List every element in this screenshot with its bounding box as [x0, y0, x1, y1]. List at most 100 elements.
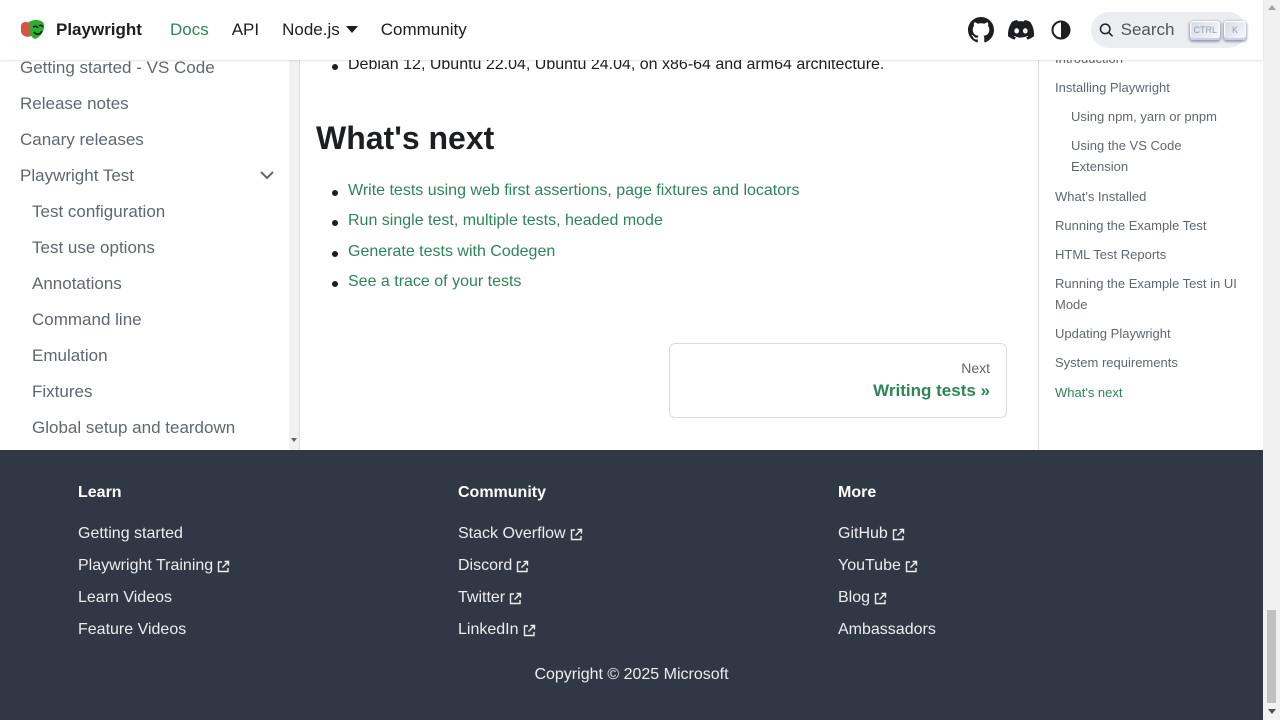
- page-heading-whats-next: What's next: [316, 120, 495, 156]
- toc-item-introduction[interactable]: Introduction: [1055, 60, 1245, 69]
- footer-link-label: Playwright Training: [78, 557, 214, 574]
- external-link-icon: [217, 560, 230, 572]
- navbar-actions: Search CTRL K: [967, 12, 1246, 48]
- top-navbar: Playwright Docs API Node.js Community Se…: [0, 0, 1263, 60]
- chevron-down-icon: [345, 26, 358, 33]
- github-icon: [968, 17, 994, 43]
- footer-link-label: GitHub: [838, 525, 888, 542]
- kbd-ctrl: CTRL: [1190, 20, 1220, 40]
- external-link-icon: [570, 528, 582, 540]
- next-link-codegen[interactable]: Generate tests with Codegen: [331, 243, 555, 261]
- next-link-trace[interactable]: See a trace of your tests: [331, 273, 521, 291]
- footer-link-getting-started[interactable]: Getting started: [78, 525, 183, 543]
- nav-community[interactable]: Community: [381, 20, 467, 40]
- sidebar-item-annotations[interactable]: Annotations: [32, 274, 122, 294]
- theme-toggle-button[interactable]: [1047, 16, 1075, 44]
- brand-name: Playwright: [56, 20, 142, 39]
- sidebar-item-command-line[interactable]: Command line: [32, 310, 142, 330]
- page-scrollbar-thumb[interactable]: [1267, 610, 1276, 703]
- footer-link-feature-videos[interactable]: Feature Videos: [78, 621, 186, 639]
- toc-item-running-example[interactable]: Running the Example Test: [1055, 215, 1245, 236]
- site-footer: Learn Getting started Playwright Trainin…: [0, 450, 1263, 720]
- scroll-down-arrow-icon[interactable]: [291, 438, 297, 442]
- next-link-write-tests[interactable]: Write tests using web first assertions, …: [331, 182, 799, 200]
- sidebar-item-release-notes[interactable]: Release notes: [20, 94, 129, 114]
- footer-link-training[interactable]: Playwright Training: [78, 557, 230, 575]
- sidebar-item-playwright-test[interactable]: Playwright Test: [20, 166, 134, 186]
- toc-item-whats-next[interactable]: What's next: [1055, 382, 1245, 403]
- nav-language-dropdown[interactable]: Node.js: [282, 20, 358, 40]
- toc-item-system-requirements[interactable]: System requirements: [1055, 352, 1245, 373]
- footer-title-learn: Learn: [78, 484, 122, 501]
- playwright-logo: [21, 19, 45, 39]
- sidebar-scrollbar[interactable]: [289, 60, 299, 450]
- table-of-contents: Introduction Installing Playwright Using…: [1038, 60, 1263, 450]
- footer-link-label: Ambassadors: [838, 621, 936, 638]
- footer-title-community: Community: [458, 484, 546, 501]
- toc-item-updating[interactable]: Updating Playwright: [1055, 323, 1245, 344]
- footer-link-label: Discord: [458, 557, 513, 574]
- footer-link-linkedin[interactable]: LinkedIn: [458, 621, 536, 639]
- search-shortcut: CTRL K: [1186, 20, 1246, 40]
- footer-copyright: Copyright © 2025 Microsoft: [534, 666, 729, 683]
- footer-link-label: Stack Overflow: [458, 525, 566, 542]
- footer-link-label: Feature Videos: [78, 621, 187, 638]
- footer-link-label: Blog: [838, 589, 871, 606]
- sidebar-item-global-setup[interactable]: Global setup and teardown: [32, 418, 235, 438]
- nav-docs[interactable]: Docs: [170, 20, 209, 40]
- theme-toggle-icon: [1051, 20, 1071, 40]
- footer-link-label: LinkedIn: [458, 621, 519, 638]
- external-link-icon: [523, 624, 535, 636]
- chevron-down-icon[interactable]: [257, 165, 277, 185]
- pagination-label: Writing tests »: [873, 381, 990, 400]
- sidebar-item-getting-started-vscode[interactable]: Getting started - VS Code: [20, 60, 215, 78]
- sidebar-item-emulation[interactable]: Emulation: [32, 346, 108, 366]
- footer-link-label: Getting started: [78, 525, 183, 542]
- github-link[interactable]: [967, 16, 995, 44]
- toc-item-installing[interactable]: Installing Playwright: [1055, 77, 1245, 98]
- main-content: Debian 12, Ubuntu 22.04, Ubuntu 24.04, o…: [300, 56, 1038, 450]
- docs-sidebar: Getting started - VS Code Release notes …: [0, 60, 300, 450]
- kbd-k: K: [1224, 20, 1246, 40]
- footer-link-github[interactable]: GitHub: [838, 525, 905, 543]
- footer-title-more: More: [838, 484, 877, 501]
- pagination-sublabel: Next: [961, 360, 990, 376]
- next-link-run-tests[interactable]: Run single test, multiple tests, headed …: [332, 212, 663, 230]
- nav-language-label: Node.js: [282, 20, 340, 39]
- external-link-icon: [905, 560, 918, 572]
- search-button[interactable]: Search CTRL K: [1091, 12, 1246, 48]
- footer-link-stack-overflow[interactable]: Stack Overflow: [458, 525, 583, 543]
- toc-item-html-reports[interactable]: HTML Test Reports: [1055, 244, 1245, 265]
- footer-link-learn-videos[interactable]: Learn Videos: [78, 589, 172, 607]
- footer-link-ambassadors[interactable]: Ambassadors: [838, 621, 936, 639]
- toc-item-ui-mode[interactable]: Running the Example Test in UI Mode: [1055, 273, 1245, 315]
- footer-link-label: Learn Videos: [78, 589, 172, 606]
- toc-item-vscode-extension[interactable]: Using the VS Code Extension: [1071, 135, 1241, 177]
- footer-link-twitter[interactable]: Twitter: [458, 589, 522, 607]
- external-link-icon: [874, 592, 887, 604]
- footer-link-label: Twitter: [458, 589, 506, 606]
- external-link-icon: [509, 592, 522, 604]
- search-placeholder: Search: [1120, 20, 1175, 39]
- search-icon: [1099, 23, 1113, 37]
- scroll-down-arrow-icon[interactable]: [1268, 709, 1276, 714]
- sidebar-item-test-use-options[interactable]: Test use options: [32, 238, 155, 258]
- footer-link-discord[interactable]: Discord: [458, 557, 529, 575]
- pagination-next[interactable]: Next Writing tests »: [669, 343, 1007, 418]
- footer-link-label: YouTube: [838, 557, 901, 574]
- sidebar-item-fixtures[interactable]: Fixtures: [32, 382, 92, 402]
- discord-icon: [1008, 20, 1034, 40]
- external-link-icon: [517, 560, 529, 572]
- sidebar-item-test-configuration[interactable]: Test configuration: [32, 202, 165, 222]
- scroll-up-arrow-icon[interactable]: [1268, 5, 1276, 10]
- page-scrollbar[interactable]: [1263, 0, 1280, 720]
- toc-item-npm[interactable]: Using npm, yarn or pnpm: [1071, 106, 1241, 127]
- discord-link[interactable]: [1007, 16, 1035, 44]
- nav-api[interactable]: API: [232, 20, 259, 40]
- footer-link-youtube[interactable]: YouTube: [838, 557, 918, 575]
- footer-link-blog[interactable]: Blog: [838, 589, 887, 607]
- external-link-icon: [892, 528, 904, 540]
- brand-link[interactable]: Playwright: [18, 18, 142, 42]
- toc-item-whats-installed[interactable]: What's Installed: [1055, 186, 1245, 207]
- sidebar-item-canary-releases[interactable]: Canary releases: [20, 130, 144, 150]
